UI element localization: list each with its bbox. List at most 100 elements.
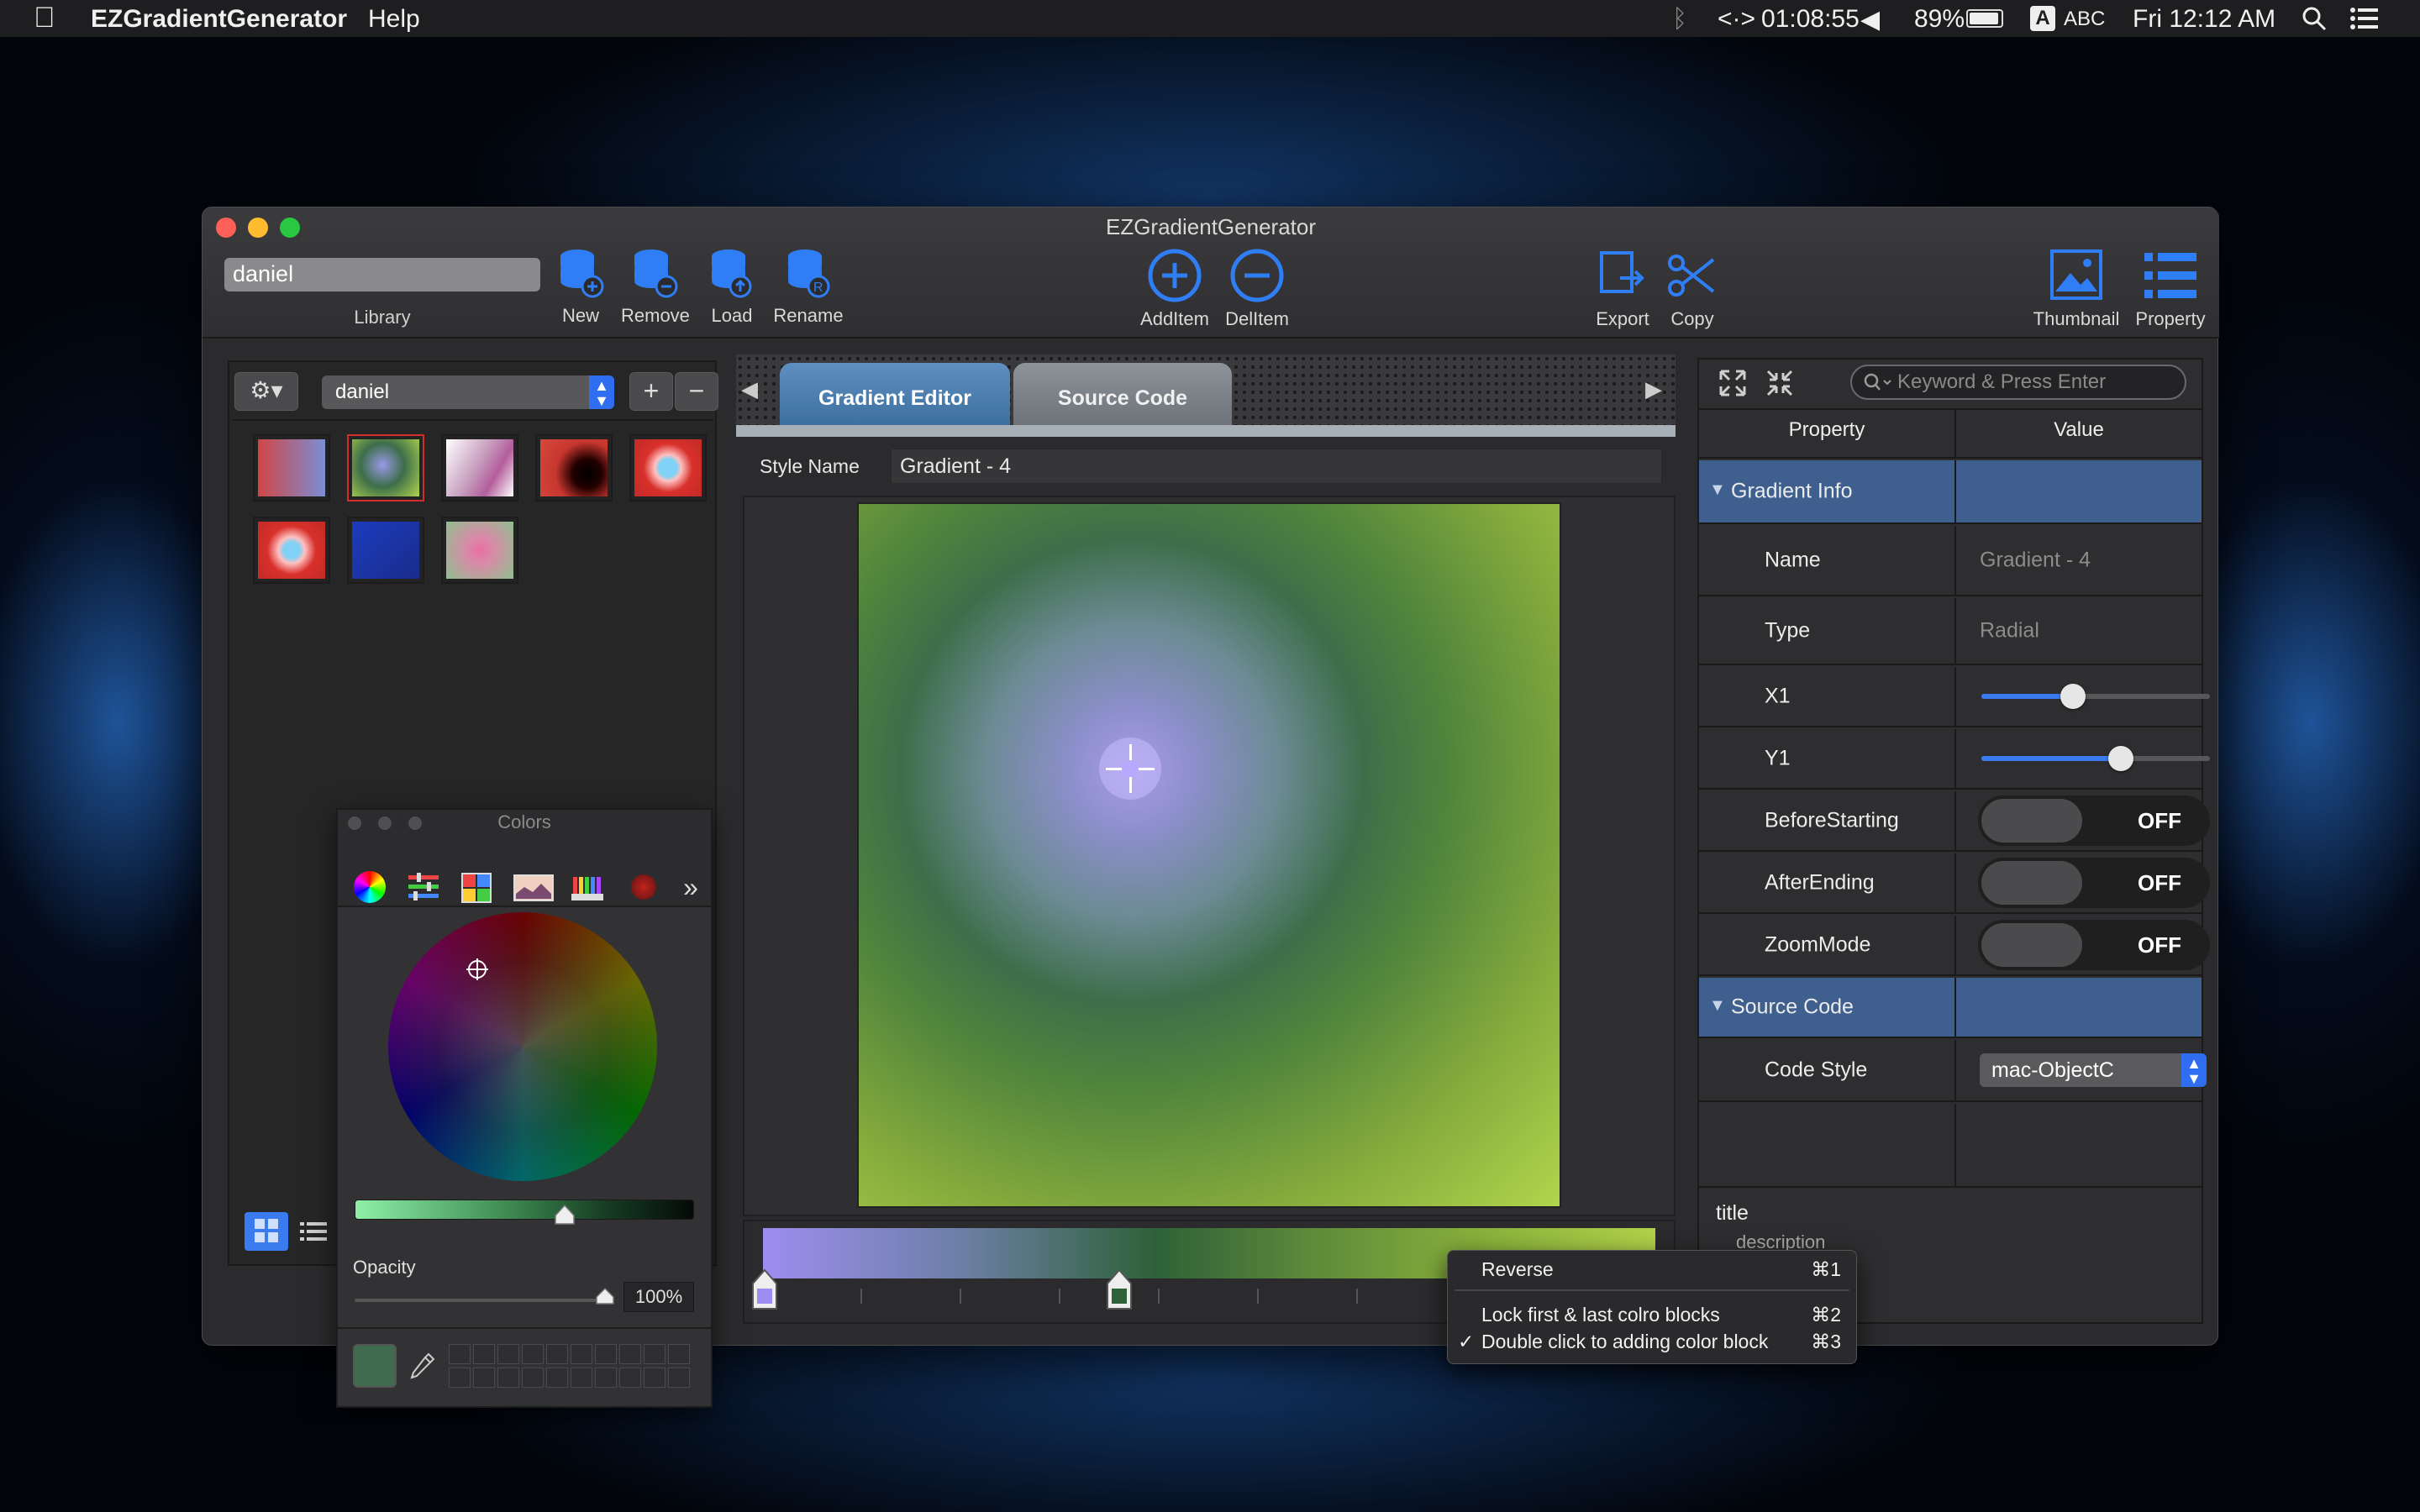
y1-slider-knob[interactable] — [2107, 746, 2133, 771]
x1-slider-knob[interactable] — [2060, 684, 2086, 709]
colors-zoom-button[interactable] — [408, 816, 422, 830]
saved-swatch-cell[interactable] — [473, 1344, 495, 1364]
grid-view-button[interactable] — [245, 1212, 288, 1251]
tab-source-code[interactable]: Source Code — [1013, 363, 1232, 425]
x1-slider[interactable] — [1981, 684, 2210, 709]
volume-icon[interactable]: ◀ — [1860, 5, 1880, 34]
remote-arrows-icon[interactable]: <·> — [1718, 5, 1755, 34]
input-source-label[interactable]: ABC — [2064, 8, 2105, 31]
saved-swatch-cell[interactable] — [497, 1344, 519, 1364]
menu-item-double-click-add[interactable]: ✓ Double click to adding color block ⌘3 — [1448, 1328, 1858, 1355]
property-view-button[interactable]: Property — [2130, 248, 2211, 330]
tab-scroll-left-icon[interactable]: ◀ — [741, 376, 758, 402]
eyedropper-icon[interactable] — [407, 1351, 437, 1385]
y1-slider[interactable] — [1981, 746, 2210, 771]
gradient-thumbnail-8[interactable] — [441, 517, 518, 584]
menu-item-lock-blocks[interactable]: Lock first & last colro blocks ⌘2 — [1448, 1301, 1858, 1328]
saved-swatch-cell[interactable] — [449, 1344, 471, 1364]
tab-gradient-editor[interactable]: Gradient Editor — [780, 363, 1010, 425]
colors-close-button[interactable] — [348, 816, 361, 830]
saved-swatch-cell[interactable] — [644, 1344, 666, 1364]
color-stop-middle[interactable] — [1106, 1268, 1133, 1315]
saved-swatch-cell[interactable] — [571, 1368, 592, 1388]
rename-library-button[interactable]: R Rename — [771, 248, 846, 327]
saved-swatch-cell[interactable] — [546, 1368, 568, 1388]
gradient-thumbnail-7[interactable] — [347, 517, 424, 584]
menu-app-name[interactable]: EZGradientGenerator — [91, 5, 347, 34]
gradient-thumbnail-3[interactable] — [441, 434, 518, 501]
section-source-code[interactable]: ▼ Source Code — [1699, 978, 2202, 1038]
type-value[interactable]: Radial — [1980, 619, 2039, 643]
add-library-button[interactable]: + — [629, 372, 673, 411]
export-button[interactable]: Export — [1591, 248, 1655, 330]
thumbnail-view-button[interactable]: Thumbnail — [2019, 248, 2133, 330]
color-palettes-mode-icon[interactable] — [459, 869, 496, 906]
style-name-field[interactable]: Gradient - 4 — [891, 449, 1662, 484]
section-gradient-info[interactable]: ▼ Gradient Info — [1699, 460, 2202, 524]
notification-center-icon[interactable] — [2349, 5, 2380, 39]
input-source-badge[interactable]: A — [2030, 6, 2055, 31]
tab-scroll-right-icon[interactable]: ▶ — [1645, 376, 1662, 402]
saved-swatch-cell[interactable] — [595, 1368, 617, 1388]
gradient-preview-canvas[interactable] — [857, 502, 1561, 1208]
saved-swatch-cell[interactable] — [571, 1344, 592, 1364]
saved-swatch-cell[interactable] — [522, 1368, 544, 1388]
colors-minimize-button[interactable] — [378, 816, 392, 830]
saved-swatch-cell[interactable] — [497, 1368, 519, 1388]
name-value-field[interactable]: Gradient - 4 — [1980, 549, 2091, 573]
menu-item-reverse[interactable]: Reverse ⌘1 — [1448, 1256, 1858, 1283]
saved-swatch-cell[interactable] — [619, 1368, 641, 1388]
opacity-slider[interactable] — [355, 1287, 614, 1305]
image-palettes-mode-icon[interactable] — [513, 869, 554, 906]
color-stop-first[interactable] — [751, 1268, 778, 1315]
gradient-thumbnail-6[interactable] — [253, 517, 330, 584]
expand-all-icon[interactable] — [1716, 366, 1749, 400]
saved-swatch-cell[interactable] — [595, 1344, 617, 1364]
property-search-input[interactable]: Keyword & Press Enter — [1850, 365, 2186, 400]
new-library-button[interactable]: New — [555, 248, 606, 327]
brightness-slider[interactable] — [355, 1200, 694, 1225]
opacity-value-field[interactable]: 100% — [623, 1282, 694, 1312]
bluetooth-icon[interactable]: ᛒ — [1672, 5, 1687, 34]
apple-menu-icon[interactable]:  — [34, 2, 55, 34]
saved-swatch-cell[interactable] — [449, 1368, 471, 1388]
saved-swatch-cell[interactable] — [473, 1368, 495, 1388]
gradient-thumbnail-5[interactable] — [629, 434, 707, 501]
gradient-thumbnail-1[interactable] — [253, 434, 330, 501]
library-name-field[interactable]: daniel — [224, 258, 540, 291]
delete-item-button[interactable]: DelItem — [1221, 248, 1293, 330]
clock[interactable]: Fri 12:12 AM — [2133, 5, 2275, 34]
spotlight-search-icon[interactable] — [2301, 5, 2328, 39]
gradient-center-handle[interactable] — [1099, 738, 1161, 800]
before-starting-toggle[interactable]: OFF — [1978, 795, 2210, 846]
zoom-mode-toggle[interactable]: OFF — [1978, 920, 2210, 970]
saved-swatch-cell[interactable] — [619, 1344, 641, 1364]
library-select[interactable]: daniel ▲ ▼ — [322, 375, 614, 409]
saved-swatch-cell[interactable] — [522, 1344, 544, 1364]
saved-swatch-cell[interactable] — [644, 1368, 666, 1388]
crayons-mode-icon[interactable] — [570, 869, 607, 906]
remove-library-button[interactable]: Remove — [621, 248, 690, 327]
saved-swatch-cell[interactable] — [668, 1344, 690, 1364]
battery-icon[interactable] — [1966, 9, 2003, 28]
color-sliders-mode-icon[interactable] — [405, 869, 442, 906]
gradient-thumbnail-2[interactable] — [347, 434, 424, 501]
load-library-button[interactable]: Load — [707, 248, 757, 327]
gradient-thumbnail-4[interactable] — [535, 434, 613, 501]
color-wheel-cursor-icon[interactable] — [466, 958, 489, 981]
code-style-select[interactable]: mac-ObjectC ▲ ▼ — [1980, 1053, 2207, 1087]
timer-text[interactable]: 01:08:55 — [1761, 5, 1860, 34]
menu-help[interactable]: Help — [368, 5, 420, 34]
color-wheel[interactable] — [388, 912, 657, 1181]
saved-swatch-cell[interactable] — [546, 1344, 568, 1364]
custom-color-mode-icon[interactable] — [625, 869, 662, 906]
list-view-button[interactable] — [295, 1212, 332, 1251]
add-item-button[interactable]: AddItem — [1135, 248, 1214, 330]
collapse-all-icon[interactable] — [1763, 366, 1797, 400]
battery-percent[interactable]: 89% — [1914, 5, 1965, 34]
color-wheel-mode-icon[interactable] — [351, 869, 388, 906]
after-ending-toggle[interactable]: OFF — [1978, 858, 2210, 908]
gear-menu-button[interactable]: ⚙▾ — [234, 372, 298, 411]
remove-library-small-button[interactable]: − — [675, 372, 718, 411]
copy-button[interactable]: Copy — [1663, 248, 1722, 330]
